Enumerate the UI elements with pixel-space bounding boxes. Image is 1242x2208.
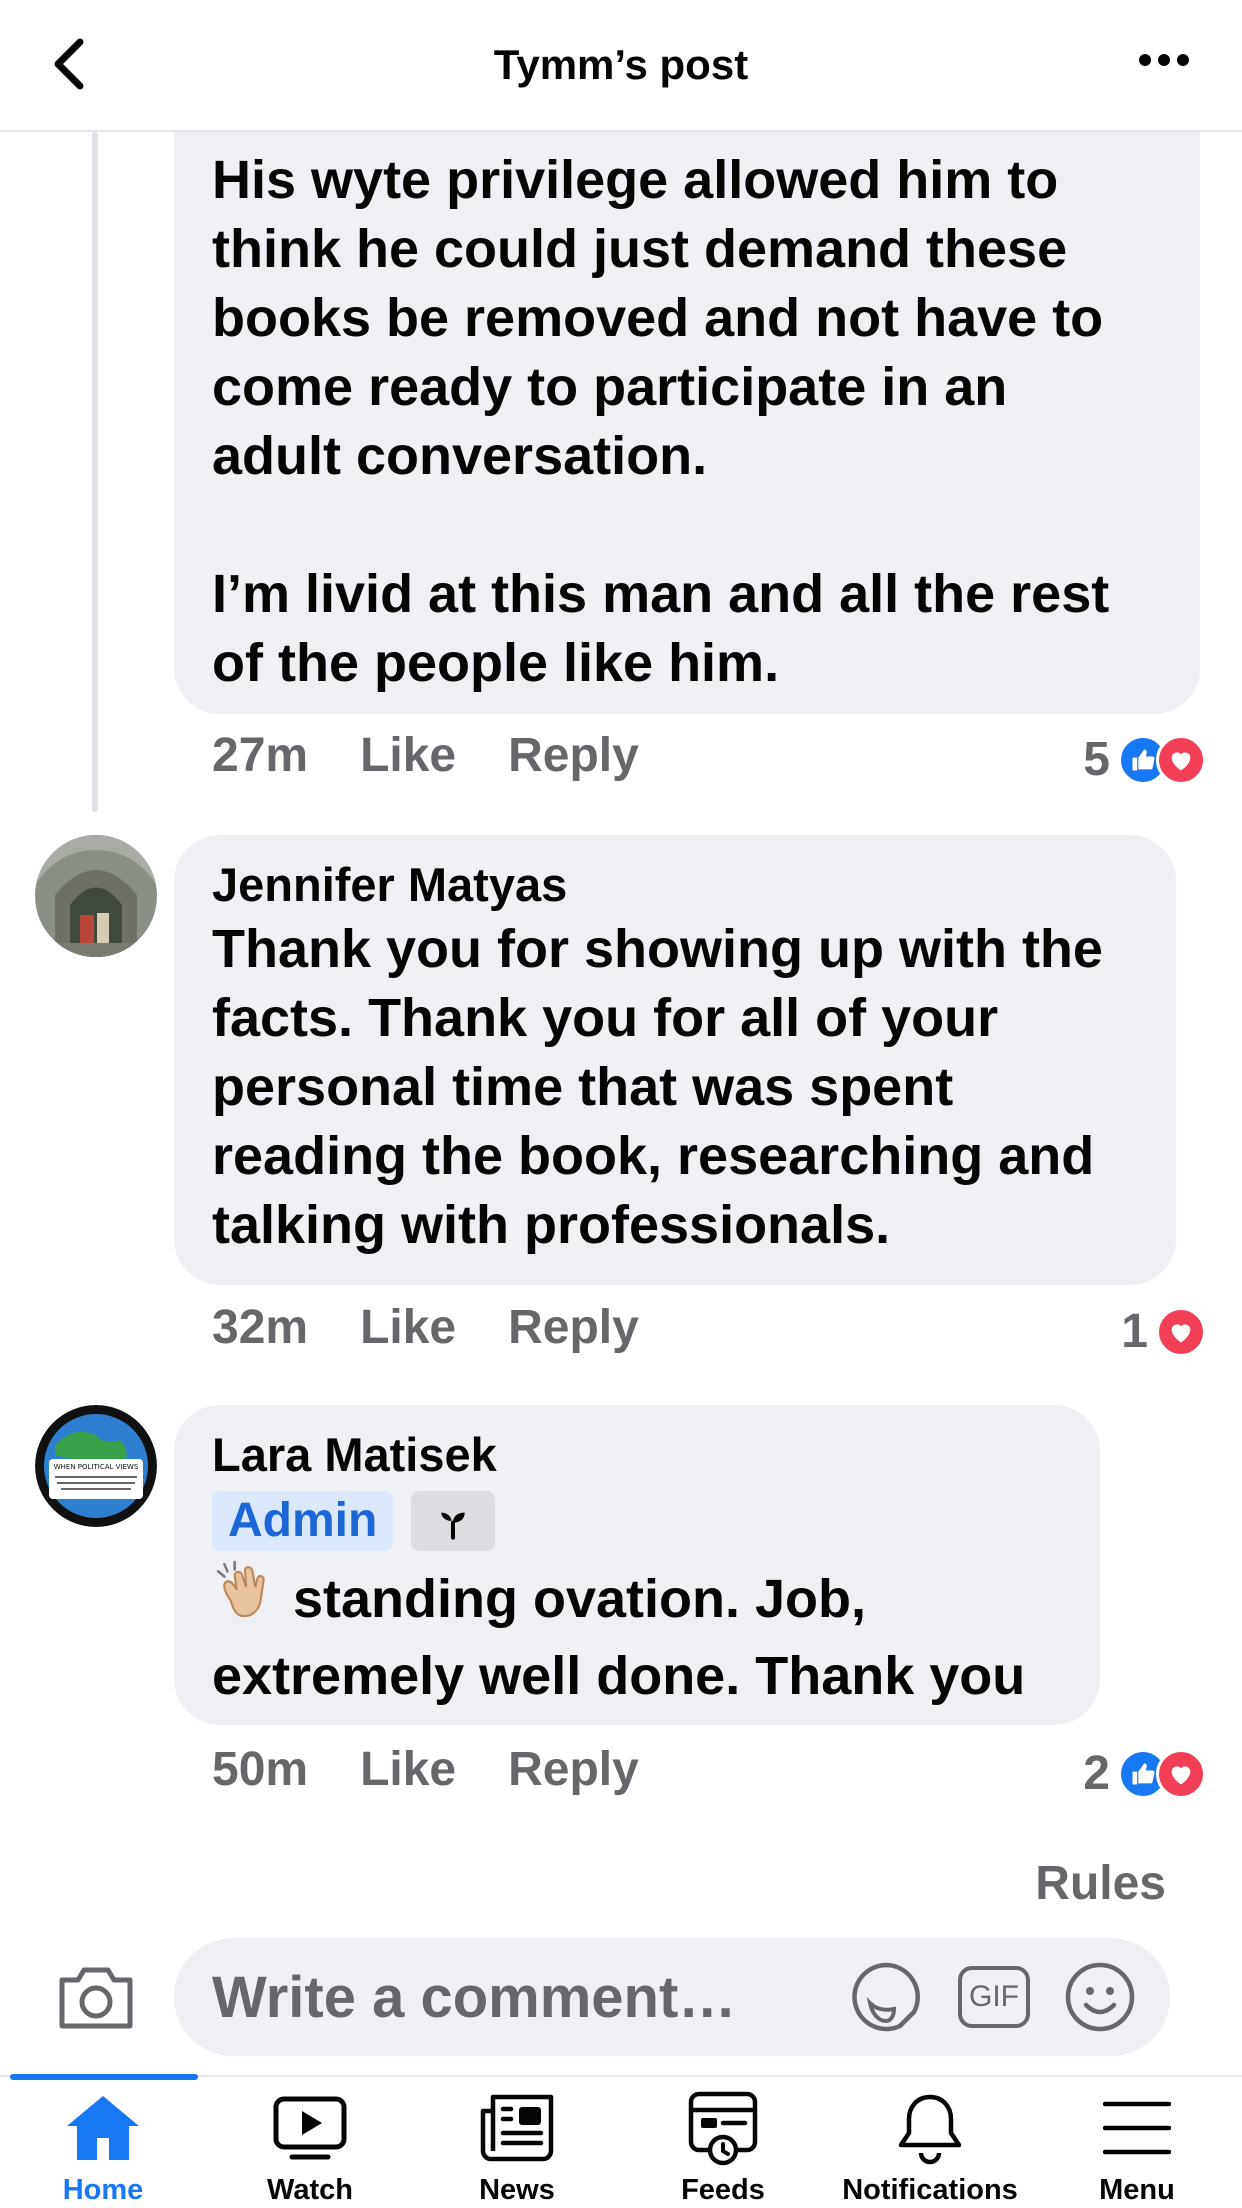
like-button[interactable]: Like bbox=[360, 728, 456, 783]
tab-news[interactable]: News bbox=[417, 2088, 617, 2207]
comment-bubble[interactable]: His wyte privilege allowed him to think … bbox=[174, 132, 1200, 714]
reply-button[interactable]: Reply bbox=[508, 1742, 639, 1797]
author-badges: Admin bbox=[212, 1491, 1062, 1551]
admin-badge[interactable]: Admin bbox=[212, 1491, 394, 1551]
new-member-badge[interactable] bbox=[411, 1491, 496, 1551]
comment-bubble[interactable]: Jennifer Matyas Thank you for showing up… bbox=[174, 835, 1176, 1285]
avatar[interactable] bbox=[35, 835, 157, 957]
composer-tools: GIF bbox=[814, 1959, 1136, 2035]
reply-button[interactable]: Reply bbox=[508, 1300, 639, 1355]
like-button[interactable]: Like bbox=[360, 1300, 456, 1355]
tab-feeds[interactable]: Feeds bbox=[623, 2088, 823, 2207]
love-reaction-icon bbox=[1156, 1748, 1206, 1799]
sticker-button[interactable] bbox=[848, 1959, 924, 2035]
comment-author[interactable]: Jennifer Matyas bbox=[212, 855, 1138, 915]
reply-thread-line bbox=[92, 132, 98, 812]
comment-actions: 27m Like Reply bbox=[212, 728, 691, 783]
tab-label: Menu bbox=[1099, 2174, 1175, 2206]
reaction-summary[interactable]: 2 bbox=[1083, 1746, 1206, 1801]
tab-label: Home bbox=[62, 2174, 144, 2206]
comment-time[interactable]: 50m bbox=[212, 1742, 308, 1797]
tab-notifications[interactable]: Notifications bbox=[830, 2088, 1030, 2207]
comment-bubble[interactable]: Lara Matisek Admin standing ovation. Job… bbox=[174, 1405, 1100, 1725]
tab-home[interactable]: Home bbox=[3, 2088, 203, 2207]
smiley-icon bbox=[1065, 1962, 1135, 2032]
reaction-summary[interactable]: 5 bbox=[1083, 732, 1206, 787]
sticker-icon bbox=[852, 1962, 920, 2032]
feeds-icon bbox=[687, 2088, 759, 2168]
news-icon bbox=[479, 2088, 555, 2168]
avatar-text: WHEN POLITICAL VIEWS bbox=[54, 1463, 139, 1471]
comment-actions: 50m Like Reply bbox=[212, 1742, 691, 1797]
reaction-count: 2 bbox=[1083, 1747, 1110, 1800]
clapping-hands-icon bbox=[212, 1559, 278, 1642]
tab-menu[interactable]: Menu bbox=[1037, 2088, 1237, 2207]
avatar[interactable]: WHEN POLITICAL VIEWS bbox=[35, 1405, 157, 1527]
like-button[interactable]: Like bbox=[360, 1742, 456, 1797]
love-reaction-icon bbox=[1156, 1306, 1206, 1357]
gif-button[interactable]: GIF bbox=[958, 1966, 1030, 2028]
home-icon bbox=[63, 2088, 143, 2168]
bell-icon bbox=[895, 2088, 965, 2168]
chevron-left-icon bbox=[54, 38, 84, 90]
comment-input-placeholder: Write a comment… bbox=[212, 1964, 737, 2030]
page-title: Tymm’s post bbox=[493, 41, 749, 88]
tab-label: News bbox=[479, 2174, 555, 2206]
comment-text: His wyte privilege allowed him to think … bbox=[212, 150, 1110, 693]
active-tab-indicator bbox=[10, 2074, 198, 2080]
comment-text-body: standing ovation. Job, extremely well do… bbox=[212, 1569, 1026, 1706]
menu-icon bbox=[1103, 2088, 1171, 2168]
comment-text: standing ovation. Job, extremely well do… bbox=[212, 1559, 1062, 1711]
more-horizontal-icon bbox=[1139, 54, 1189, 66]
reply-button[interactable]: Reply bbox=[508, 728, 639, 783]
reaction-count: 5 bbox=[1083, 733, 1110, 786]
reaction-summary[interactable]: 1 bbox=[1121, 1304, 1206, 1359]
top-bar: Tymm’s post bbox=[0, 0, 1242, 132]
comment-time[interactable]: 32m bbox=[212, 1300, 308, 1355]
tab-label: Notifications bbox=[842, 2174, 1018, 2206]
watch-icon bbox=[272, 2088, 348, 2168]
gif-label: GIF bbox=[969, 1980, 1019, 2013]
tab-label: Watch bbox=[267, 2174, 353, 2206]
rules-link[interactable]: Rules bbox=[1035, 1856, 1166, 1911]
tab-watch[interactable]: Watch bbox=[210, 2088, 410, 2207]
back-button[interactable] bbox=[50, 32, 94, 96]
comment-input[interactable]: Write a comment… GIF bbox=[174, 1938, 1170, 2056]
emoji-button[interactable] bbox=[1064, 1961, 1136, 2033]
love-reaction-icon bbox=[1156, 734, 1206, 785]
comment-author[interactable]: Lara Matisek bbox=[212, 1425, 1062, 1485]
camera-icon bbox=[59, 1967, 133, 2029]
comment-time[interactable]: 27m bbox=[212, 728, 308, 783]
sprout-icon bbox=[441, 1512, 465, 1540]
gif-icon: GIF bbox=[958, 1966, 1030, 2028]
tab-label: Feeds bbox=[681, 2174, 765, 2206]
comment-text: Thank you for showing up with the facts.… bbox=[212, 919, 1103, 1255]
post-page: Tymm’s post His wyte privilege allowed h… bbox=[0, 0, 1242, 2208]
more-options-button[interactable] bbox=[1134, 40, 1194, 80]
comment-actions: 32m Like Reply bbox=[212, 1300, 691, 1355]
camera-button[interactable] bbox=[56, 1962, 136, 2032]
reaction-count: 1 bbox=[1121, 1305, 1148, 1358]
